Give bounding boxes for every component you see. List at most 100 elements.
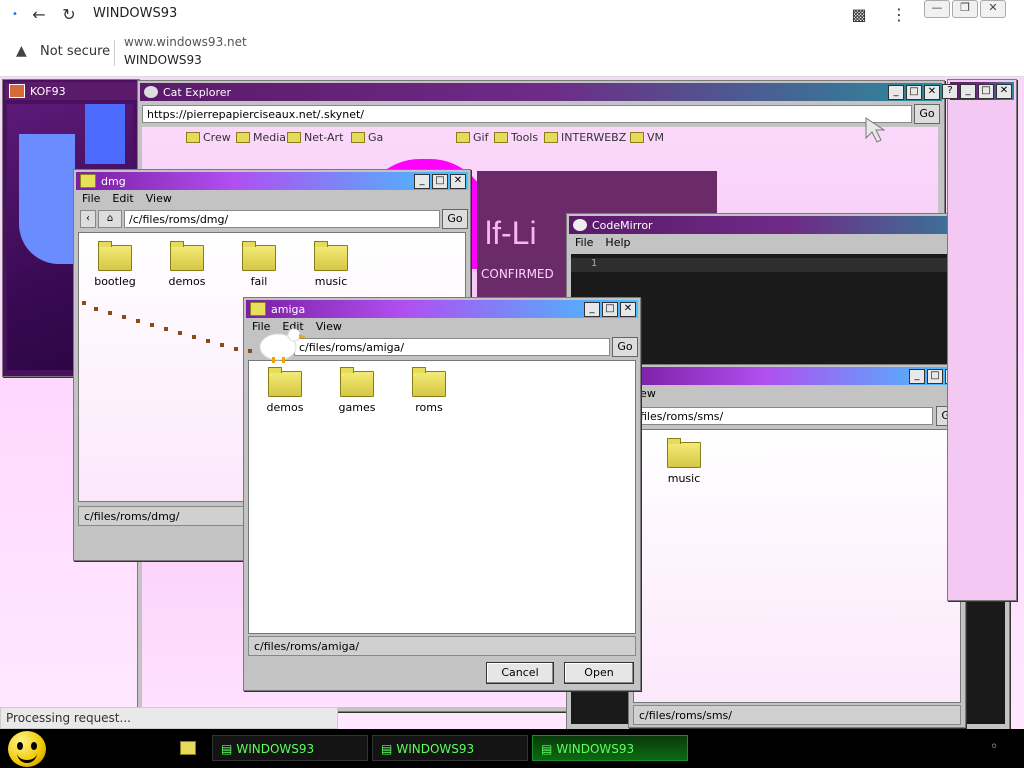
menu-edit[interactable]: Edit: [112, 192, 133, 208]
cat-icon: [144, 86, 158, 98]
taskbar-item-windows93[interactable]: ▤ WINDOWS93: [212, 735, 368, 761]
extensions-puzzle-icon[interactable]: ▩: [848, 4, 870, 24]
restore-icon[interactable]: ❐: [952, 0, 978, 18]
folder-icon: [494, 132, 508, 143]
bookmark-games[interactable]: Ga: [351, 131, 383, 144]
folder-music[interactable]: music: [652, 438, 716, 485]
help-button[interactable]: ?: [942, 83, 958, 99]
folder-fail[interactable]: fail: [227, 241, 291, 288]
minimize-button[interactable]: _: [888, 84, 904, 100]
start-smiley-icon[interactable]: [8, 731, 46, 767]
menu-help[interactable]: Help: [605, 236, 630, 252]
folder-games[interactable]: games: [325, 367, 389, 414]
back-arrow-icon[interactable]: ←: [28, 4, 50, 24]
bookmark-net-art[interactable]: Net-Art: [287, 131, 343, 144]
codemirror-titlebar[interactable]: CodeMirror _ □ ✕: [569, 216, 1007, 234]
cat-explorer-go-button[interactable]: Go: [914, 104, 940, 124]
folder-bootleg[interactable]: bootleg: [83, 241, 147, 288]
cat-explorer-address[interactable]: https://pierrepapierciseaux.net/.skynet/: [142, 105, 912, 123]
bookmark-vm[interactable]: VM: [630, 131, 664, 144]
bookmark-tools[interactable]: Tools: [494, 131, 538, 144]
back-arrow-icon[interactable]: ‹: [80, 210, 96, 228]
window-icon: ▤: [381, 742, 393, 756]
dmg-address[interactable]: /c/files/roms/dmg/: [124, 210, 440, 228]
folder-icon[interactable]: [180, 741, 196, 755]
sms-statusbar: c/files/roms/sms/: [633, 705, 961, 725]
amiga-address[interactable]: c/files/roms/amiga/: [294, 338, 610, 356]
background-titlebar[interactable]: ? _ □ ✕: [942, 82, 1014, 100]
folder-icon: [98, 241, 132, 271]
taskbar-item-windows93-active[interactable]: ▤ WINDOWS93: [532, 735, 688, 761]
codemirror-app-icon: [573, 219, 587, 231]
amiga-go-button[interactable]: Go: [612, 337, 638, 357]
menu-file[interactable]: File: [82, 192, 100, 208]
cat-explorer-titlebar[interactable]: Cat Explorer _ □ ✕: [140, 83, 942, 101]
cat-explorer-title: Cat Explorer: [163, 85, 232, 99]
amiga-titlebar[interactable]: amiga _ □ ✕: [246, 300, 638, 318]
minimize-button[interactable]: _: [414, 173, 430, 189]
browser-status: Processing request...: [0, 707, 338, 729]
folder-icon: [456, 132, 470, 143]
menu-view[interactable]: View: [316, 320, 342, 336]
banner-text: lf-Li: [485, 215, 537, 251]
folder-icon: [314, 241, 348, 271]
maximize-button[interactable]: □: [978, 83, 994, 99]
close-button[interactable]: ✕: [924, 84, 940, 100]
folder-icon: [242, 241, 276, 271]
bookmark-interwebz[interactable]: INTERWEBZ: [544, 131, 626, 144]
close-button[interactable]: ✕: [996, 83, 1012, 99]
menu-file[interactable]: File: [575, 236, 593, 252]
volume-icon[interactable]: ◦: [990, 739, 998, 755]
maximize-button[interactable]: □: [432, 173, 448, 189]
amiga-file-pane[interactable]: demos games roms: [248, 360, 636, 634]
minimize-button[interactable]: _: [960, 83, 976, 99]
bookmark-media[interactable]: Media: [236, 131, 286, 144]
reload-icon[interactable]: ↻: [58, 4, 80, 24]
goose-icon[interactable]: [256, 325, 306, 363]
maximize-button[interactable]: □: [602, 301, 618, 317]
desktop: KOF93 Cat Explorer _ □ ✕ https://pierrep…: [0, 77, 1024, 729]
close-button[interactable]: ✕: [450, 173, 466, 189]
background-window[interactable]: ? _ □ ✕: [942, 79, 1017, 601]
folder-music[interactable]: music: [299, 241, 363, 288]
maximize-button[interactable]: □: [927, 368, 943, 384]
sms-file-pane[interactable]: music: [633, 429, 961, 703]
codemirror-title: CodeMirror: [592, 218, 653, 232]
minimize-button[interactable]: _: [584, 301, 600, 317]
close-icon[interactable]: ✕: [980, 0, 1006, 18]
folder-icon: [544, 132, 558, 143]
dmg-menubar: File Edit View: [78, 192, 466, 208]
sms-titlebar[interactable]: _ □ ✕: [631, 367, 963, 385]
active-line: [571, 258, 1005, 272]
dmg-go-button[interactable]: Go: [442, 209, 468, 229]
confirmed-label: CONFIRMED: [481, 267, 554, 281]
amiga-title: amiga: [271, 302, 306, 316]
bookmark-gif[interactable]: Gif: [456, 131, 488, 144]
maximize-button[interactable]: □: [906, 84, 922, 100]
security-label[interactable]: Not secure: [40, 44, 110, 59]
close-button[interactable]: ✕: [620, 301, 636, 317]
warning-triangle-icon[interactable]: ▲: [16, 43, 27, 59]
kof-titlebar[interactable]: KOF93: [5, 82, 137, 100]
sms-menubar: iew: [633, 387, 961, 403]
folder-demos[interactable]: demos: [155, 241, 219, 288]
folder-icon: [351, 132, 365, 143]
menu-dots-icon[interactable]: ⋮: [888, 4, 910, 24]
url-text[interactable]: www.windows93.net: [124, 35, 247, 49]
open-button[interactable]: Open: [564, 662, 634, 684]
folder-icon: [287, 132, 301, 143]
dmg-titlebar[interactable]: dmg _ □ ✕: [76, 172, 468, 190]
folder-roms[interactable]: roms: [397, 367, 461, 414]
minimize-icon[interactable]: —: [924, 0, 950, 18]
cancel-button[interactable]: Cancel: [486, 662, 554, 684]
taskbar-item-windows93[interactable]: ▤ WINDOWS93: [372, 735, 528, 761]
sms-window[interactable]: _ □ ✕ iew files/roms/sms/ Go music c/fil…: [628, 364, 966, 728]
folder-icon: [340, 367, 374, 397]
home-icon[interactable]: ⌂: [98, 210, 122, 228]
sms-address[interactable]: files/roms/sms/: [635, 407, 933, 425]
menu-view[interactable]: View: [146, 192, 172, 208]
folder-demos[interactable]: demos: [253, 367, 317, 414]
minimize-button[interactable]: _: [909, 368, 925, 384]
bookmark-crew[interactable]: Crew: [186, 131, 231, 144]
folder-icon: [170, 241, 204, 271]
